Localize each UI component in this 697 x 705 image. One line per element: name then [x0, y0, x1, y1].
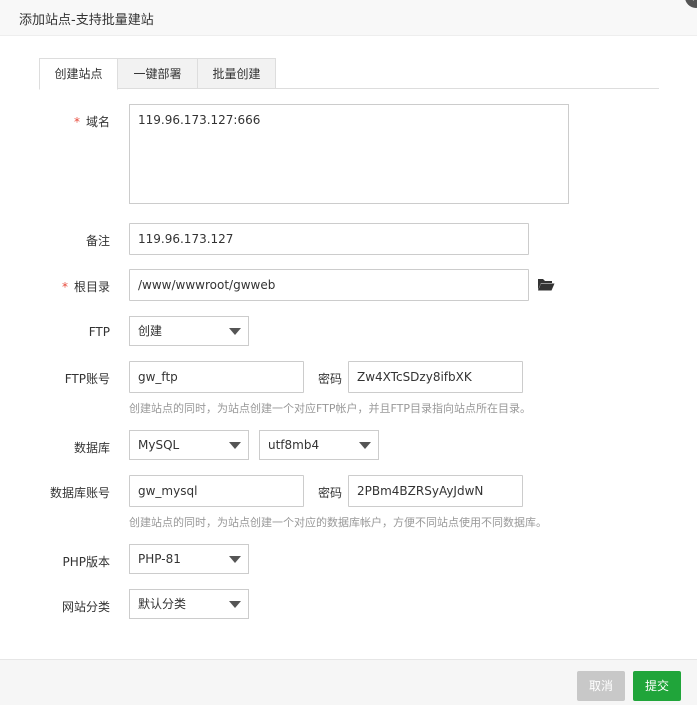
database-type-select[interactable]: MySQL [129, 430, 249, 460]
domain-label-text: 域名 [85, 115, 110, 129]
database-charset-select[interactable]: utf8mb4 [259, 430, 379, 460]
required-mark: * [61, 280, 68, 294]
php-version-value: PHP-81 [138, 552, 181, 566]
chevron-down-icon [229, 328, 241, 335]
db-account-label: 数据库账号 [49, 486, 110, 500]
ftp-account-label: FTP账号 [64, 372, 110, 386]
ftp-password-label: 密码 [317, 372, 342, 386]
ftp-select[interactable]: 创建 [129, 316, 249, 346]
root-dir-label-text: 根目录 [73, 280, 110, 294]
database-type-value: MySQL [138, 438, 180, 452]
database-charset-value: utf8mb4 [268, 438, 320, 452]
db-password-label: 密码 [317, 486, 342, 500]
chevron-down-icon [229, 556, 241, 563]
domain-textarea[interactable]: 119.96.173.127:666 [129, 104, 569, 204]
site-category-select[interactable]: 默认分类 [129, 589, 249, 619]
tab-bar: 创建站点 一键部署 批量创建 [39, 58, 659, 90]
php-version-label: PHP版本 [62, 555, 111, 569]
tab-one-click-deploy[interactable]: 一键部署 [117, 58, 198, 89]
dialog-titlebar: 添加站点-支持批量建站 [0, 0, 697, 36]
chevron-down-icon [359, 442, 371, 449]
domain-label: * 域名 [0, 113, 110, 130]
ftp-label: FTP [88, 325, 110, 339]
site-category-value: 默认分类 [138, 597, 187, 611]
root-dir-input[interactable]: /www/wwwroot/gwweb [129, 269, 529, 301]
dialog-title: 添加站点-支持批量建站 [19, 13, 154, 28]
site-category-label: 网站分类 [61, 600, 110, 614]
dialog-footer: 取消 提交 [0, 659, 697, 705]
php-version-select[interactable]: PHP-81 [129, 544, 249, 574]
ftp-select-value: 创建 [138, 324, 163, 338]
database-label: 数据库 [73, 441, 110, 455]
folder-open-icon[interactable] [537, 277, 555, 291]
ftp-password-input[interactable]: Zw4XTcSDzy8ifbXK [348, 361, 523, 393]
root-dir-label: * 根目录 [0, 278, 110, 295]
db-hint: 创建站点的同时，为站点创建一个对应的数据库帐户，方便不同站点使用不同数据库。 [129, 516, 547, 529]
cancel-button[interactable]: 取消 [577, 671, 625, 701]
tab-create-site[interactable]: 创建站点 [39, 58, 118, 90]
chevron-down-icon [229, 601, 241, 608]
required-mark: * [73, 115, 80, 129]
submit-button[interactable]: 提交 [633, 671, 681, 701]
remark-label: 备注 [85, 234, 110, 248]
db-password-input[interactable]: 2PBm4BZRSyAyJdwN [348, 475, 523, 507]
remark-input[interactable]: 119.96.173.127 [129, 223, 529, 255]
ftp-hint: 创建站点的同时，为站点创建一个对应FTP帐户，并且FTP目录指向站点所在目录。 [129, 402, 531, 415]
tab-batch-create[interactable]: 批量创建 [197, 58, 276, 89]
chevron-down-icon [229, 442, 241, 449]
